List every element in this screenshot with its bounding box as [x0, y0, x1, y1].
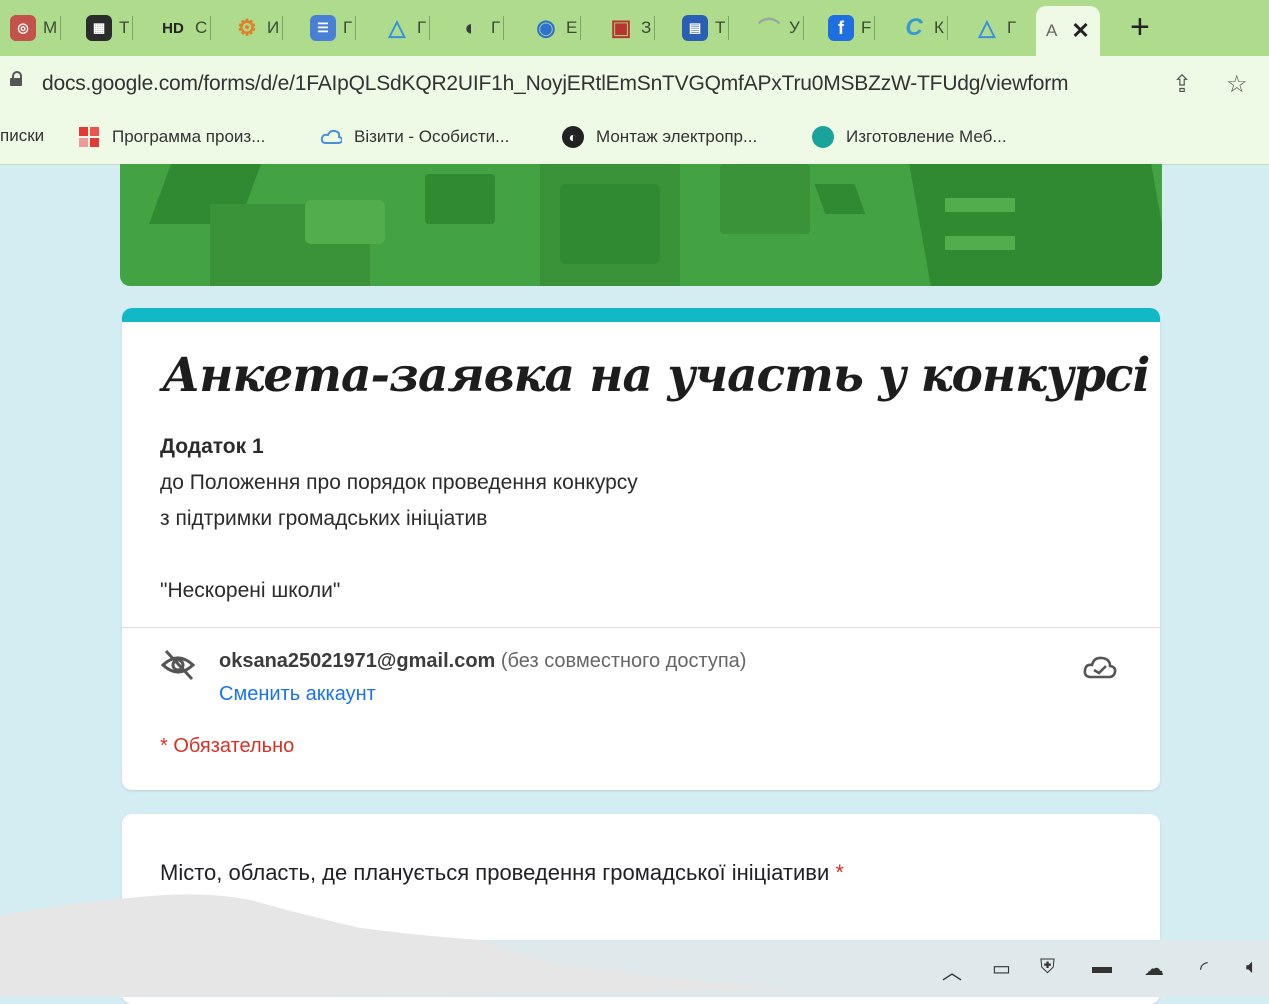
site-icon: ◉ — [536, 15, 556, 40]
drive-icon: △ — [388, 15, 406, 40]
tab-active[interactable]: A ✕ — [1036, 6, 1100, 56]
grid-icon — [78, 126, 100, 148]
tab-13[interactable]: CК — [895, 10, 948, 46]
account-email: oksana25021971@gmail.com — [219, 650, 496, 672]
site-icon: C — [905, 14, 923, 41]
question-label: Місто, область, де планується проведення… — [160, 860, 844, 886]
lock-icon — [10, 71, 22, 86]
tab-label: И — [267, 18, 280, 37]
site-icon — [812, 126, 834, 148]
wifi-icon[interactable]: ◜ — [1200, 956, 1208, 981]
globe-icon: ◐ — [562, 126, 584, 148]
bookmark-lists[interactable]: писки — [0, 126, 44, 146]
tab-label: Е — [566, 18, 578, 37]
form-header-image — [120, 164, 1162, 286]
tab-label: F — [861, 18, 872, 37]
new-tab-button[interactable]: + — [1130, 10, 1150, 44]
torn-paper-overlay — [0, 894, 1269, 997]
tab-11[interactable]: ⌒ У — [750, 10, 804, 46]
tab-label: У — [789, 18, 800, 37]
bookmark-visits[interactable]: Візити - Особисти... — [320, 126, 509, 148]
tab-10[interactable]: ▤ Т — [676, 10, 730, 46]
tab-12[interactable]: fF — [822, 10, 876, 46]
docs-icon: ☰ — [310, 15, 336, 41]
tab-label: Г — [417, 18, 427, 37]
tab-14[interactable]: △ Г — [968, 10, 1017, 46]
volume-icon[interactable]: 🔈︎ — [1246, 956, 1258, 979]
tab-8[interactable]: ◉ Е — [527, 10, 582, 46]
form-title: Анкета-заявка на участь у конкурсі — [162, 348, 1150, 403]
tablet-icon[interactable]: ▭ — [992, 956, 1011, 981]
drive-icon: △ — [978, 15, 996, 40]
tab-label: Г — [343, 18, 353, 37]
tab-favicon-icon: ▦ — [86, 15, 112, 41]
cloud-icon[interactable]: ☁ — [1144, 956, 1164, 981]
shield-icon[interactable]: ⛨ — [1040, 956, 1055, 979]
bookmark-label: Программа произ... — [112, 127, 266, 146]
bookmark-label: Візити - Особисти... — [354, 127, 510, 146]
switch-account-link[interactable]: Сменить аккаунт — [219, 683, 376, 706]
divider — [122, 627, 1160, 628]
tab-9[interactable]: ▣ З — [602, 10, 656, 46]
bookmark-label: Изготовление Меб... — [846, 127, 1007, 146]
bookmark-program[interactable]: Программа произ... — [78, 126, 265, 148]
gear-icon: ⚙ — [237, 15, 257, 40]
question-text: Місто, область, де планується проведення… — [160, 860, 830, 885]
tab-label: C — [195, 18, 208, 37]
tab-4[interactable]: ⚙ И — [228, 10, 284, 46]
tab-strip: ◎ М ▦ Т HD C ⚙ И ☰ Г △ Г ◐ Г ◉ Е ▣ З ▤ Т ⌒ У fF CК … — [0, 0, 1269, 56]
star-icon[interactable]: ☆ — [1226, 70, 1248, 99]
required-note: * Обязательно — [160, 735, 295, 757]
account-info: oksana25021971@gmail.com (без совместног… — [219, 650, 746, 673]
url-field[interactable]: docs.google.com/forms/d/e/1FAIpQLSdKQR2U… — [42, 72, 1068, 96]
form-title-card: Анкета-заявка на участь у конкурсі Додат… — [122, 308, 1160, 790]
not-shared-note: (без совместного доступа) — [500, 650, 747, 672]
form-description-line: Додаток 1 — [160, 435, 264, 458]
form-description-line: "Нескорені школи" — [160, 579, 341, 602]
cloud-icon — [320, 126, 342, 148]
bookmark-montazh[interactable]: ◐ Монтаж электропр... — [562, 126, 757, 148]
tab-2[interactable]: ▦ Т — [80, 10, 134, 46]
tab-6[interactable]: △ Г — [378, 10, 431, 46]
contact-icon: ▤ — [682, 15, 708, 41]
tab-favicon-icon: HD — [162, 19, 184, 37]
tab-5[interactable]: ☰ Г — [304, 10, 357, 46]
globe-icon: ◐ — [464, 15, 478, 40]
facebook-icon: f — [828, 15, 854, 41]
tab-label: Г — [491, 18, 501, 37]
tab-1[interactable]: ◎ М — [4, 10, 62, 46]
tab-label: A — [1046, 21, 1058, 40]
tab-7[interactable]: ◐ Г — [452, 10, 505, 46]
tab-label: Т — [119, 18, 130, 37]
accent-bar — [122, 308, 1160, 322]
bookmark-label: Монтаж электропр... — [596, 127, 758, 146]
shield-icon: ▣ — [610, 15, 632, 40]
eye-off-icon — [160, 649, 196, 681]
fingerprint-icon: ⌒ — [757, 17, 780, 42]
form-description-line: з підтримки громадських ініціатив — [160, 507, 488, 530]
tab-favicon-icon: ◎ — [10, 15, 36, 41]
tab-label: Т — [715, 18, 726, 37]
bookmark-label: писки — [0, 126, 45, 145]
tab-3[interactable]: HD C — [152, 10, 212, 46]
form-description-line: до Положення про порядок проведення конк… — [160, 471, 638, 494]
tab-label: К — [934, 18, 944, 37]
bookmark-furniture[interactable]: Изготовление Меб... — [812, 126, 1007, 148]
tab-label: М — [43, 18, 58, 37]
tab-label: Г — [1007, 18, 1017, 37]
cloud-saved-icon — [1083, 656, 1117, 679]
battery-icon[interactable]: ▬ — [1092, 956, 1112, 979]
required-star: * — [835, 860, 844, 885]
close-icon[interactable]: ✕ — [1071, 18, 1089, 44]
share-icon[interactable]: ⇪ — [1172, 70, 1192, 99]
chevron-up-icon[interactable]: ︿ — [942, 956, 962, 985]
tab-label: З — [641, 18, 652, 37]
